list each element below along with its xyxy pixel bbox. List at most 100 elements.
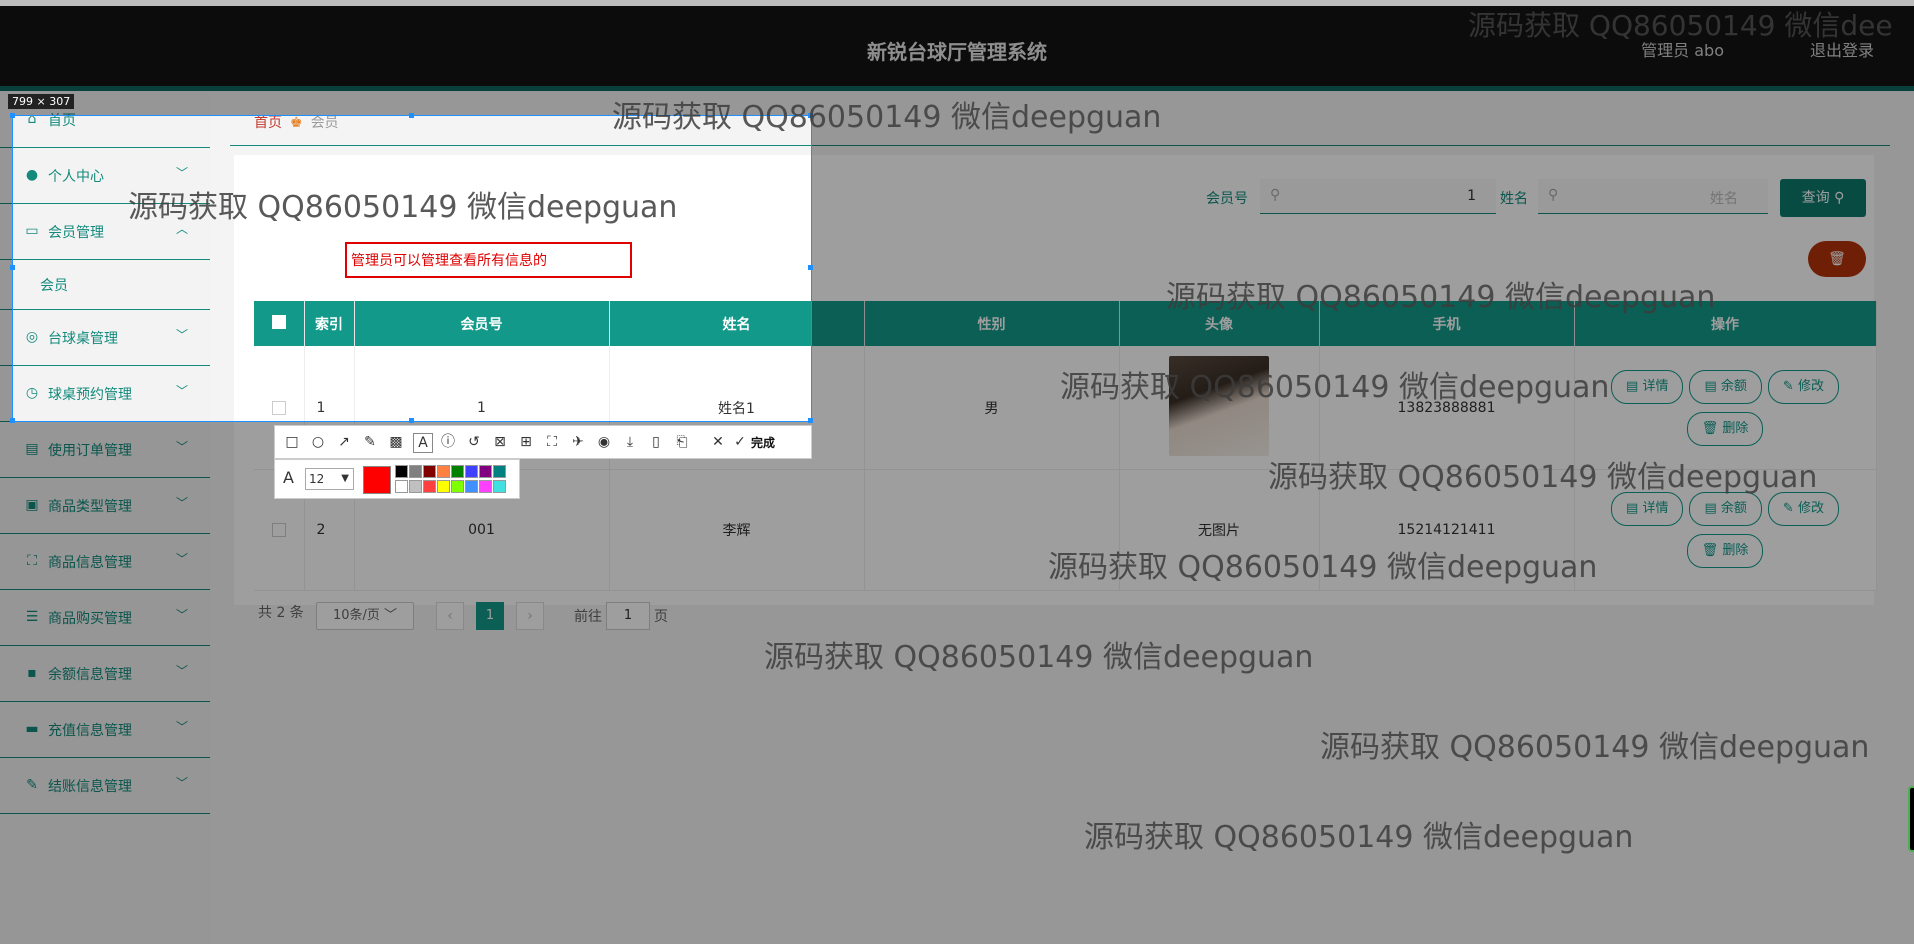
resize-handle[interactable] bbox=[10, 418, 15, 423]
undo-icon[interactable]: ↺ bbox=[465, 433, 483, 451]
card-icon: ▬ bbox=[25, 721, 39, 737]
color-swatch[interactable] bbox=[479, 480, 492, 493]
color-swatch[interactable] bbox=[451, 465, 464, 478]
color-swatch[interactable] bbox=[437, 480, 450, 493]
sidebar-item-label: 商品购买管理 bbox=[48, 611, 132, 627]
goto-label: 前往 bbox=[574, 609, 602, 625]
color-swatch[interactable] bbox=[451, 480, 464, 493]
sidebar-item-recharge[interactable]: ▬ 充值信息管理 ﹀ bbox=[0, 701, 210, 758]
detail-button[interactable]: ▤ 详情 bbox=[1611, 369, 1684, 404]
pen-icon[interactable]: ✎ bbox=[361, 433, 379, 451]
cell-phone: 13823888881 bbox=[1319, 346, 1575, 470]
long-screenshot-icon[interactable]: ⛶ bbox=[543, 433, 561, 451]
color-swatch[interactable] bbox=[423, 480, 436, 493]
sidebar-item-products[interactable]: ⛶ 商品信息管理 ﹀ bbox=[0, 533, 210, 590]
resize-handle[interactable] bbox=[409, 418, 414, 423]
download-icon[interactable]: ⤓ bbox=[621, 433, 639, 451]
resize-handle[interactable] bbox=[409, 113, 414, 118]
mosaic-icon[interactable]: ▩ bbox=[387, 433, 405, 451]
ellipse-icon[interactable]: ○ bbox=[309, 433, 327, 451]
col-phone: 手机 bbox=[1319, 301, 1575, 346]
color-swatch[interactable] bbox=[423, 465, 436, 478]
chevron-down-icon: ﹀ bbox=[175, 720, 188, 734]
page-number-button[interactable]: 1 bbox=[476, 602, 504, 630]
balance-button[interactable]: ▤ 余额 bbox=[1689, 369, 1762, 404]
page-size-select[interactable]: 10条/页 ﹀ bbox=[316, 602, 414, 630]
color-swatch[interactable] bbox=[409, 465, 422, 478]
balance-button[interactable]: ▤ 余额 bbox=[1689, 492, 1762, 526]
color-swatch[interactable] bbox=[493, 465, 506, 478]
chevron-down-icon: ﹀ bbox=[175, 496, 188, 510]
arrow-icon[interactable]: ↗ bbox=[335, 433, 353, 451]
number-icon[interactable]: ⓘ bbox=[439, 433, 457, 451]
list-icon: ☰ bbox=[25, 609, 39, 625]
sidebar-item-balance[interactable]: ▪ 余额信息管理 ﹀ bbox=[0, 645, 210, 702]
done-button[interactable]: 完成 bbox=[751, 434, 775, 451]
search-icon: ⚲ bbox=[1834, 190, 1845, 206]
cell-phone: 15214121411 bbox=[1319, 469, 1575, 591]
edit-button[interactable]: ✎ 修改 bbox=[1767, 492, 1839, 526]
color-swatch[interactable] bbox=[395, 480, 408, 493]
logout-link[interactable]: 退出登录 bbox=[1810, 37, 1874, 61]
current-color-swatch[interactable] bbox=[363, 466, 391, 494]
chevron-down-icon: ﹀ bbox=[175, 552, 188, 566]
font-size-select[interactable]: 12 ▼ bbox=[305, 468, 354, 490]
resize-handle[interactable] bbox=[10, 265, 15, 270]
search-icon: ⚲ bbox=[1548, 187, 1559, 203]
current-user: 管理员 abo bbox=[1641, 41, 1724, 60]
sidebar-item-purchases[interactable]: ☰ 商品购买管理 ﹀ bbox=[0, 589, 210, 646]
page-suffix: 页 bbox=[654, 609, 668, 625]
app-title: 新锐台球厅管理系统 bbox=[867, 40, 1047, 64]
cell-avatar: 无图片 bbox=[1119, 469, 1320, 591]
member-no-input[interactable]: ⚲ 1 bbox=[1260, 179, 1496, 214]
resize-handle[interactable] bbox=[808, 418, 813, 423]
color-swatch[interactable] bbox=[395, 465, 408, 478]
rectangle-icon[interactable]: □ bbox=[283, 433, 301, 451]
color-swatch[interactable] bbox=[409, 480, 422, 493]
delete-button[interactable]: 🗑 删除 bbox=[1686, 411, 1764, 446]
trash-icon: 🗑 bbox=[1828, 251, 1846, 267]
translate-icon[interactable]: ⊞ bbox=[517, 433, 535, 451]
annotation-text[interactable]: 管理员可以管理查看所有信息的 bbox=[351, 250, 547, 270]
sidebar-item-label: 充值信息管理 bbox=[48, 723, 132, 739]
ocr-icon[interactable]: ⊠ bbox=[491, 433, 509, 451]
detail-button[interactable]: ▤ 详情 bbox=[1611, 492, 1684, 526]
bookmark-icon[interactable]: ⎗ bbox=[673, 433, 691, 451]
chevron-down-icon: ﹀ bbox=[175, 664, 188, 678]
resize-handle[interactable] bbox=[808, 265, 813, 270]
text-icon[interactable]: A bbox=[413, 433, 433, 453]
color-swatch[interactable] bbox=[465, 465, 478, 478]
name-input[interactable]: ⚲ 姓名 bbox=[1538, 179, 1768, 214]
color-swatch[interactable] bbox=[437, 465, 450, 478]
color-swatch[interactable] bbox=[465, 480, 478, 493]
pin-icon[interactable]: ✈ bbox=[569, 433, 587, 451]
side-floating-tab[interactable] bbox=[1908, 786, 1914, 852]
color-swatch[interactable] bbox=[479, 465, 492, 478]
cell-actions: ▤ 详情 ▤ 余额 ✎ 修改 🗑 删除 bbox=[1574, 469, 1877, 591]
edit-button[interactable]: ✎ 修改 bbox=[1767, 369, 1839, 404]
frame-icon: ⛶ bbox=[27, 553, 37, 569]
phone-icon[interactable]: ▯ bbox=[647, 433, 665, 451]
pencil-icon: ✎ bbox=[26, 777, 38, 793]
col-actions: 操作 bbox=[1574, 301, 1877, 346]
goto-page-input[interactable]: 1 bbox=[606, 602, 650, 630]
close-icon[interactable]: ✕ bbox=[709, 433, 727, 451]
member-no-value: 1 bbox=[1467, 188, 1476, 204]
sidebar-item-product-types[interactable]: ▣ 商品类型管理 ﹀ bbox=[0, 477, 210, 534]
batch-delete-button[interactable]: 🗑 bbox=[1808, 241, 1866, 277]
delete-button[interactable]: 🗑 删除 bbox=[1686, 534, 1764, 568]
cell-actions: ▤ 详情 ▤ 余额 ✎ 修改 🗑 删除 bbox=[1574, 346, 1877, 470]
sidebar-item-label: 余额信息管理 bbox=[48, 667, 132, 683]
query-button[interactable]: 查询 ⚲ bbox=[1780, 179, 1866, 217]
color-swatch[interactable] bbox=[493, 480, 506, 493]
record-icon[interactable]: ◉ bbox=[595, 433, 613, 451]
cell-name: 李辉 bbox=[609, 469, 865, 591]
resize-handle[interactable] bbox=[10, 113, 15, 118]
prev-page-button[interactable]: ‹ bbox=[436, 602, 464, 630]
chart-icon: ▤ bbox=[25, 441, 39, 457]
resize-handle[interactable] bbox=[808, 113, 813, 118]
sidebar-item-checkout[interactable]: ✎ 结账信息管理 ﹀ bbox=[0, 757, 210, 814]
sidebar-item-orders[interactable]: ▤ 使用订单管理 ﹀ bbox=[0, 421, 210, 478]
check-icon[interactable]: ✓ bbox=[731, 433, 749, 451]
next-page-button[interactable]: › bbox=[516, 602, 544, 630]
